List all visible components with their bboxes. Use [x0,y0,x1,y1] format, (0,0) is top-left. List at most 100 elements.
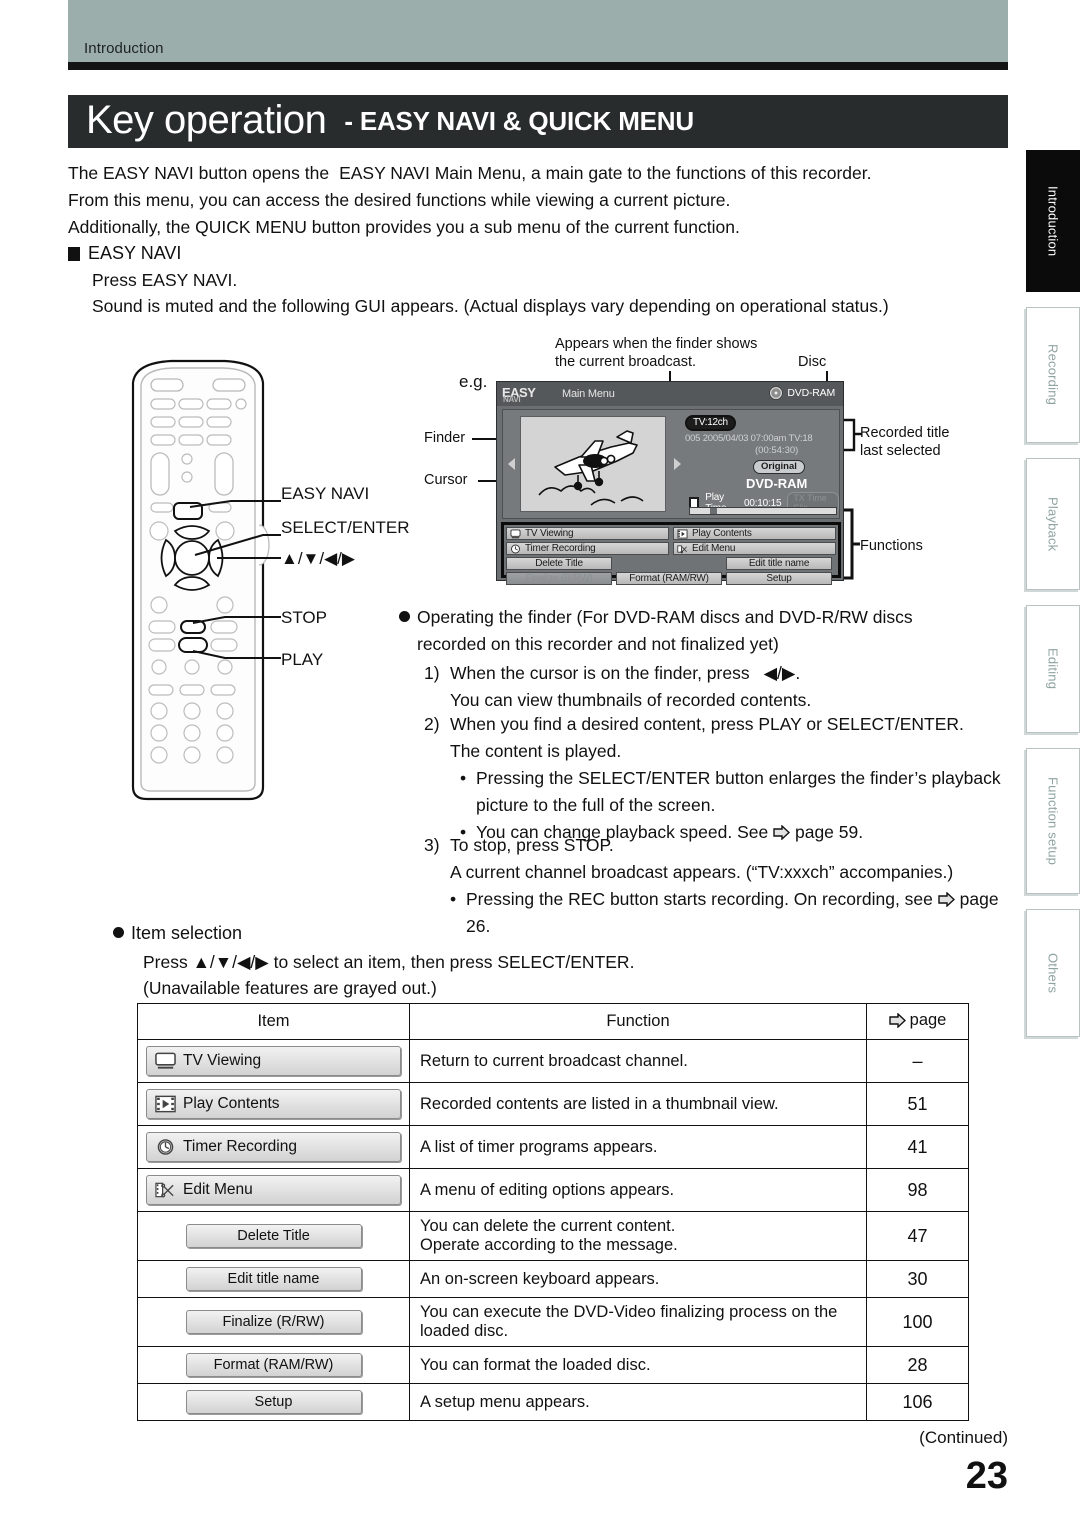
gui-button-setup[interactable]: Setup [726,572,832,585]
table-row: TV Viewing Return to current broadcast ch… [137,1039,969,1083]
callout-recorded-title: Recorded title last selected [860,425,950,459]
side-tab-others[interactable]: Others [1026,909,1080,1037]
section-heading: EASY NAVI [68,243,181,264]
item-button-label: Edit Menu [183,1181,253,1198]
tv-icon [155,1052,176,1070]
clock-icon [155,1138,176,1156]
item-button-play-contents[interactable]: Play Contents [146,1089,401,1119]
round-bullet-icon [113,927,124,938]
item-button-label: Format (RAM/RW) [213,1357,334,1373]
table-row: Delete Title You can delete the current c… [137,1211,969,1261]
table-header-function: Function [409,1003,867,1040]
item-button-tv-viewing[interactable]: TV Viewing [146,1046,401,1076]
gui-button-tv-viewing[interactable]: TV Viewing [506,527,669,540]
intro-line1c: , a main gate to the functions of this r… [521,163,872,183]
table-cell-function: A menu of editing options appears. [409,1168,867,1212]
continued-note: (Continued) [919,1428,1008,1447]
manual-page: Introduction Key operation - EASY NAVI &… [0,0,1080,1524]
side-tab-strip: Introduction Recording Playback Editing Func… [1026,150,1080,1052]
chevron-right-icon[interactable] [674,458,681,470]
table-cell-page: 106 [866,1383,969,1421]
finder-step-1: 1) When the cursor is on the finder, pre… [424,663,812,710]
gui-button-play-contents[interactable]: Play Contents [673,527,836,540]
item-button-label: Setup [254,1394,293,1410]
table-cell-page: 47 [866,1211,969,1261]
playback-progress-bar[interactable] [689,507,837,515]
film-icon [677,528,688,539]
item-button-format-ram-rw[interactable]: Format (RAM/RW) [185,1353,362,1377]
page-number: 23 [965,1455,1008,1497]
table-header-page: page [866,1003,969,1040]
scissors-icon [677,544,687,553]
table-header-item: Item [137,1003,410,1040]
section-line-3: Sound is muted and the following GUI app… [92,296,889,316]
item-selection-note: (Unavailable features are grayed out.) [143,978,437,998]
remote-label-play: PLAY [281,650,324,669]
gui-dvdram-label: DVD-RAM [746,476,808,491]
item-button-delete-title[interactable]: Delete Title [185,1224,362,1248]
table-cell-page: 28 [866,1346,969,1384]
side-tab-function-setup[interactable]: Function setup [1026,748,1080,894]
film-icon [155,1095,176,1113]
page-title: Key operation [86,97,327,142]
gui-button-delete-title[interactable]: Delete Title [506,557,612,570]
page-subtitle: - EASY NAVI & QUICK MENU [344,106,694,136]
table-cell-page: 98 [866,1168,969,1212]
item-button-label: Edit title name [227,1271,320,1287]
callout-disc: Disc [798,354,827,370]
gui-recording-meta: 005 2005/04/03 07:00am TV:18 [685,433,813,444]
table-row: Setup A setup menu appears. 106 [137,1383,969,1421]
item-selection-heading: Item selection [113,923,242,944]
table-cell-page: 51 [866,1082,969,1126]
item-button-setup[interactable]: Setup [185,1390,362,1414]
intro-line1b: EASY NAVI Main Menu [339,163,522,183]
item-button-finalize-r-rw[interactable]: Finalize (R/RW) [185,1310,362,1334]
table-cell-function: You can delete the current content. Opera… [409,1211,867,1261]
easy-navi-gui-mock: EASY NAVI Main Menu DVD-RAM TV:12ch 005 … [496,381,844,585]
finder-thumbnail[interactable] [520,416,666,512]
side-tab-label: Recording [1045,344,1061,406]
side-tab-playback[interactable]: Playback [1026,458,1080,590]
table-cell-item: Play Contents [137,1082,410,1126]
side-tab-label: Editing [1045,648,1061,690]
side-tab-recording[interactable]: Recording [1026,307,1080,443]
table-cell-item: Timer Recording [137,1125,410,1169]
intro-line3: Additionally, the QUICK MENU button prov… [68,217,740,237]
table-cell-function: An on-screen keyboard appears. [409,1260,867,1298]
side-tab-introduction[interactable]: Introduction [1026,150,1080,292]
table-row: Timer Recording A list of timer programs … [137,1125,969,1169]
table-row: Finalize (R/RW) You can execute the DVD-V… [137,1297,969,1347]
intro-line1a: The EASY NAVI button opens the [68,163,330,183]
gui-button-format[interactable]: Format (RAM/RW) [616,572,722,585]
item-button-timer-recording[interactable]: Timer Recording [146,1132,401,1162]
easy-navi-logo-icon: EASY NAVI [502,385,548,404]
gui-disc-indicator: DVD-RAM [769,386,835,400]
item-button-label: Timer Recording [183,1138,297,1155]
item-button-edit-menu[interactable]: Edit Menu [146,1175,401,1205]
table-row: Format (RAM/RW) You can format the loaded… [137,1346,969,1384]
airplane-illustration [538,430,644,506]
chevron-left-icon[interactable] [508,458,515,470]
item-button-edit-title-name[interactable]: Edit title name [185,1267,362,1291]
page-arrow-icon [938,891,955,908]
remote-control-illustration [131,359,281,801]
table-cell-item: Finalize (R/RW) [137,1297,410,1347]
square-bullet-icon [68,246,80,261]
table-row: Edit title name An on-screen keyboard app… [137,1260,969,1298]
header-rule [68,62,1008,70]
disc-icon [769,386,784,400]
gui-button-edit-menu[interactable]: Edit Menu [673,542,836,555]
finder-step-3: 3) To stop, press STOP. A current channe… [424,835,999,936]
page-title-bar: Key operation - EASY NAVI & QUICK MENU [68,95,1008,148]
intro-line2: From this menu, you can access the desir… [68,190,731,210]
table-cell-function: You can format the loaded disc. [409,1346,867,1384]
table-cell-function: A setup menu appears. [409,1383,867,1421]
table-cell-item: Format (RAM/RW) [137,1346,410,1384]
progress-knob[interactable] [710,508,717,514]
gui-button-timer-recording[interactable]: Timer Recording [506,542,669,555]
table-cell-function: You can execute the DVD-Video finalizing… [409,1297,867,1347]
table-cell-function: A list of timer programs appears. [409,1125,867,1169]
side-tab-editing[interactable]: Editing [1026,605,1080,733]
callout-eg: e.g. [459,372,488,391]
gui-button-edit-title-name[interactable]: Edit title name [726,557,832,570]
